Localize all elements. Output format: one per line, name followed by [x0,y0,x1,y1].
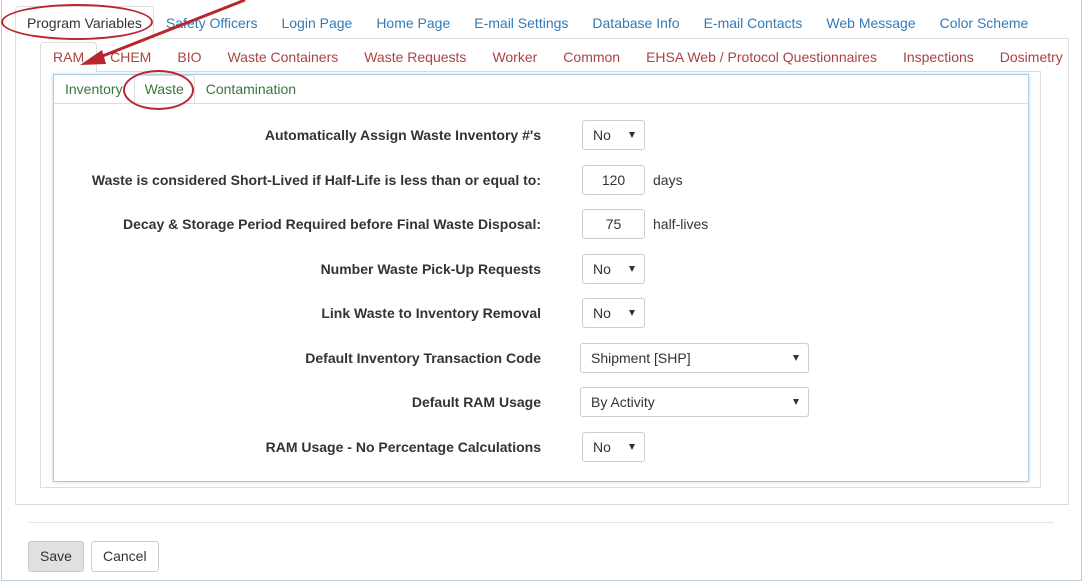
number-pickup-value: No [593,261,611,277]
tab-web-message[interactable]: Web Message [814,6,927,39]
link-removal-value: No [593,305,611,321]
tab-ehsa-web[interactable]: EHSA Web / Protocol Questionnaires [633,42,890,72]
row-link-removal: Link Waste to Inventory Removal No [54,296,1014,330]
tab-color-scheme[interactable]: Color Scheme [928,6,1041,39]
no-percentage-select[interactable]: No [582,432,645,462]
tab-home-page[interactable]: Home Page [364,6,462,39]
tab-dosimetry[interactable]: Dosimetry [987,42,1076,72]
tab-common[interactable]: Common [550,42,633,72]
caret-down-icon [629,132,635,138]
link-removal-select[interactable]: No [582,298,645,328]
decay-period-unit: half-lives [653,216,709,232]
tab-worker[interactable]: Worker [479,42,550,72]
caret-down-icon [793,399,799,405]
tab-contamination[interactable]: Contamination [195,75,307,103]
number-pickup-select[interactable]: No [582,254,645,284]
no-percentage-value: No [593,439,611,455]
tab-ram[interactable]: RAM [40,42,98,72]
short-lived-label: Waste is considered Short-Lived if Half-… [91,172,541,188]
row-auto-assign: Automatically Assign Waste Inventory #'s… [54,118,1014,152]
tab-waste-requests[interactable]: Waste Requests [351,42,479,72]
tab-database-info[interactable]: Database Info [580,6,691,39]
decay-period-label: Decay & Storage Period Required before F… [122,216,541,232]
tab-bio[interactable]: BIO [164,42,214,72]
ram-usage-label: Default RAM Usage [411,394,541,410]
tab-email-settings[interactable]: E-mail Settings [462,6,580,39]
decay-period-input[interactable]: 75 [582,209,645,239]
top-nav-tabs: Program Variables Safety Officers Login … [15,6,1040,39]
row-no-percentage: RAM Usage - No Percentage Calculations N… [54,430,1014,464]
no-percentage-label: RAM Usage - No Percentage Calculations [265,439,541,455]
tab-email-contacts[interactable]: E-mail Contacts [692,6,815,39]
transaction-code-select[interactable]: Shipment [SHP] [580,343,809,373]
footer-divider [28,522,1054,523]
module-tabs: RAM CHEM BIO Waste Containers Waste Requ… [40,42,1076,72]
row-short-lived: Waste is considered Short-Lived if Half-… [54,163,1014,197]
row-number-pickup: Number Waste Pick-Up Requests No [54,252,1014,286]
transaction-code-label: Default Inventory Transaction Code [305,350,541,366]
tab-divider [54,103,1028,104]
cancel-button[interactable]: Cancel [91,541,159,572]
tab-inventory[interactable]: Inventory [54,75,134,103]
row-ram-usage: Default RAM Usage By Activity [54,385,1014,419]
link-removal-label: Link Waste to Inventory Removal [321,305,541,321]
tab-waste-containers[interactable]: Waste Containers [214,42,351,72]
tab-login-page[interactable]: Login Page [269,6,364,39]
row-decay-period: Decay & Storage Period Required before F… [54,207,1014,241]
short-lived-input[interactable]: 120 [582,165,645,195]
tab-program-variables[interactable]: Program Variables [15,6,154,39]
auto-assign-value: No [593,127,611,143]
short-lived-value: 120 [601,172,626,188]
caret-down-icon [629,310,635,316]
auto-assign-label: Automatically Assign Waste Inventory #'s [264,127,541,143]
transaction-code-value: Shipment [SHP] [591,350,691,366]
caret-down-icon [629,266,635,272]
ram-sub-tabs: Inventory Waste Contamination [54,75,307,103]
short-lived-unit: days [653,172,683,188]
tab-chem[interactable]: CHEM [97,42,164,72]
save-button[interactable]: Save [28,541,84,572]
ram-usage-select[interactable]: By Activity [580,387,809,417]
ram-usage-value: By Activity [591,394,655,410]
auto-assign-select[interactable]: No [582,120,645,150]
tab-inspections[interactable]: Inspections [890,42,987,72]
row-transaction-code: Default Inventory Transaction Code Shipm… [54,341,1014,375]
decay-period-value: 75 [605,216,622,232]
number-pickup-label: Number Waste Pick-Up Requests [320,261,541,277]
tab-safety-officers[interactable]: Safety Officers [154,6,270,39]
tab-waste[interactable]: Waste [133,75,195,103]
caret-down-icon [793,355,799,361]
caret-down-icon [629,444,635,450]
